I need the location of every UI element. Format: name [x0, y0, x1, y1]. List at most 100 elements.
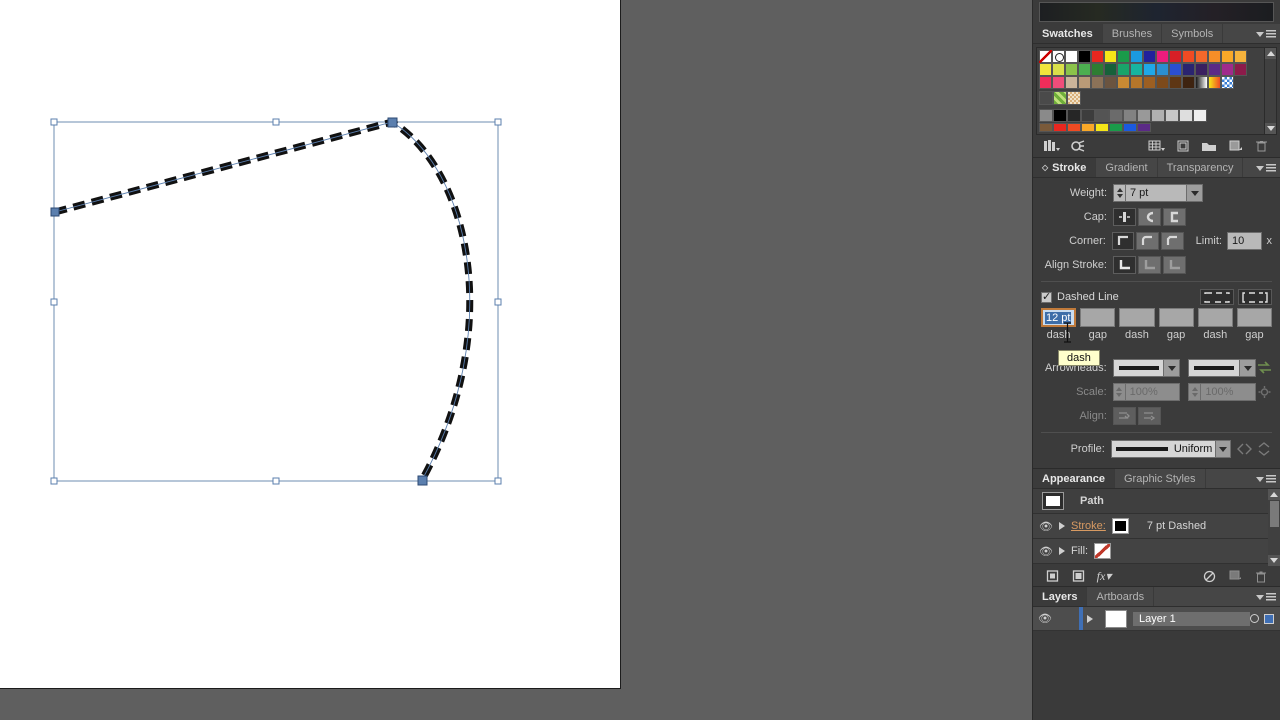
swatch-gray[interactable]	[1123, 109, 1137, 122]
swatch-gray[interactable]	[1137, 109, 1151, 122]
projecting-cap-icon[interactable]	[1163, 208, 1186, 226]
swatch-color[interactable]	[1130, 63, 1143, 76]
round-join-icon[interactable]	[1136, 232, 1160, 250]
swatch-pattern-dots[interactable]	[1039, 91, 1053, 105]
layer-expand-arrow-icon[interactable]	[1087, 614, 1093, 623]
swatch-spectrum[interactable]	[1081, 123, 1095, 132]
limit-input[interactable]: 10	[1226, 232, 1263, 250]
swatch-color[interactable]	[1143, 63, 1156, 76]
weight-stepper[interactable]	[1113, 184, 1125, 202]
scale-end-stepper[interactable]	[1188, 383, 1201, 401]
swatch-color[interactable]	[1182, 63, 1195, 76]
flip-across-icon[interactable]	[1237, 441, 1253, 457]
artwork-path-group[interactable]	[0, 0, 621, 689]
swatch-spectrum[interactable]	[1053, 123, 1067, 132]
swatch-color[interactable]	[1195, 50, 1208, 63]
swatch-gray[interactable]	[1165, 109, 1179, 122]
swatch-gray[interactable]	[1179, 109, 1193, 122]
swatch-spectrum[interactable]	[1095, 123, 1109, 132]
appearance-stroke-label[interactable]: Stroke:	[1071, 520, 1106, 532]
swatch-libraries-icon[interactable]	[1039, 137, 1065, 155]
visibility-eye-icon[interactable]: 👁	[1037, 545, 1055, 558]
new-swatch-icon[interactable]	[1222, 137, 1248, 155]
appearance-scrollbar[interactable]	[1268, 489, 1280, 566]
bbox-handles[interactable]	[50, 118, 502, 485]
swatch-gray[interactable]	[1067, 109, 1081, 122]
swatch-color[interactable]	[1078, 63, 1091, 76]
swatch-color[interactable]	[1065, 76, 1078, 89]
align-stroke-center-icon[interactable]	[1113, 256, 1136, 274]
bevel-join-icon[interactable]	[1161, 232, 1184, 250]
swatch-color[interactable]	[1156, 76, 1169, 89]
align-stroke-inside-icon[interactable]	[1138, 256, 1161, 274]
dashed-curve-stroke[interactable]	[54, 118, 474, 482]
arrowhead-end-dropdown-icon[interactable]	[1240, 359, 1257, 377]
swatch-white[interactable]	[1065, 50, 1078, 63]
swatch-gradient-bw[interactable]	[1195, 76, 1208, 89]
tab-gradient[interactable]: Gradient	[1096, 158, 1158, 177]
swatch-color[interactable]	[1091, 50, 1104, 63]
swatch-color[interactable]	[1091, 63, 1104, 76]
add-new-stroke-icon[interactable]	[1039, 567, 1065, 585]
swatch-color[interactable]	[1221, 50, 1234, 63]
layer-visibility-eye-icon[interactable]: 👁	[1033, 612, 1057, 625]
delete-swatch-icon[interactable]	[1248, 137, 1274, 155]
show-swatch-kinds-icon[interactable]	[1144, 137, 1170, 155]
dash-field-2-input[interactable]	[1119, 308, 1155, 327]
dash-field-3-input[interactable]	[1197, 308, 1233, 327]
swatch-color[interactable]	[1039, 63, 1052, 76]
swatch-color[interactable]	[1169, 76, 1182, 89]
butt-cap-icon[interactable]	[1113, 208, 1136, 226]
swatch-color[interactable]	[1052, 63, 1065, 76]
swatch-color[interactable]	[1156, 63, 1169, 76]
dash-field-3[interactable]	[1197, 308, 1233, 327]
swatch-color[interactable]	[1104, 50, 1117, 63]
swatch-color[interactable]	[1143, 50, 1156, 63]
gap-field-1[interactable]	[1080, 308, 1116, 327]
scroll-down-icon[interactable]	[1265, 123, 1276, 134]
add-effect-icon[interactable]: fx▾	[1091, 567, 1117, 585]
align-stroke-outside-icon[interactable]	[1163, 256, 1186, 274]
tab-transparency[interactable]: Transparency	[1157, 158, 1244, 177]
profile-select[interactable]: Uniform	[1110, 440, 1216, 458]
stroke-color-swatch[interactable]	[1111, 518, 1129, 534]
arrowhead-end-select[interactable]	[1188, 359, 1241, 377]
gap-field-2-input[interactable]	[1158, 308, 1194, 327]
target-indicator-icon[interactable]	[1250, 614, 1259, 623]
dash-field-1-input[interactable]: 12 pt	[1041, 308, 1077, 327]
swatch-color[interactable]	[1182, 76, 1195, 89]
gap-field-3[interactable]	[1236, 308, 1273, 327]
visibility-eye-icon[interactable]: 👁	[1037, 520, 1055, 533]
swatch-color[interactable]	[1143, 76, 1156, 89]
arrowhead-start-select[interactable]	[1112, 359, 1165, 377]
tab-artboards[interactable]: Artboards	[1087, 587, 1155, 606]
align-dashes-to-corners-icon[interactable]	[1238, 289, 1272, 305]
canvas-area[interactable]	[0, 0, 1032, 720]
appearance-list[interactable]: Path 👁 Stroke: 7 pt Dashed 👁 Fill:	[1033, 489, 1280, 566]
dashed-line-checkbox[interactable]	[1041, 290, 1052, 303]
swap-arrowheads-icon[interactable]	[1256, 360, 1272, 376]
gap-field-1-input[interactable]	[1080, 308, 1116, 327]
link-scales-icon[interactable]	[1256, 384, 1272, 400]
swatch-color[interactable]	[1065, 63, 1078, 76]
swatch-gray[interactable]	[1081, 109, 1095, 122]
swatch-spectrum[interactable]	[1123, 123, 1137, 132]
tab-layers[interactable]: Layers	[1033, 587, 1088, 606]
swatch-pattern-confetti[interactable]	[1067, 91, 1081, 105]
swatch-color[interactable]	[1182, 50, 1195, 63]
tab-stroke[interactable]: ◇ Stroke	[1033, 158, 1097, 177]
scroll-down-icon[interactable]	[1268, 555, 1280, 566]
swatch-color[interactable]	[1091, 76, 1104, 89]
add-new-fill-icon[interactable]	[1065, 567, 1091, 585]
layer-name[interactable]: Layer 1	[1133, 611, 1250, 626]
selection-indicator-icon[interactable]	[1264, 613, 1274, 624]
new-color-group-icon[interactable]	[1196, 137, 1222, 155]
swatch-color[interactable]	[1208, 50, 1221, 63]
swatch-color[interactable]	[1221, 63, 1234, 76]
appearance-object-row[interactable]: Path	[1033, 489, 1280, 514]
tab-appearance[interactable]: Appearance	[1033, 469, 1115, 488]
miter-join-icon[interactable]	[1111, 232, 1135, 250]
scale-start-stepper[interactable]	[1112, 383, 1125, 401]
swatch-color[interactable]	[1169, 63, 1182, 76]
tab-brushes[interactable]: Brushes	[1102, 24, 1163, 43]
